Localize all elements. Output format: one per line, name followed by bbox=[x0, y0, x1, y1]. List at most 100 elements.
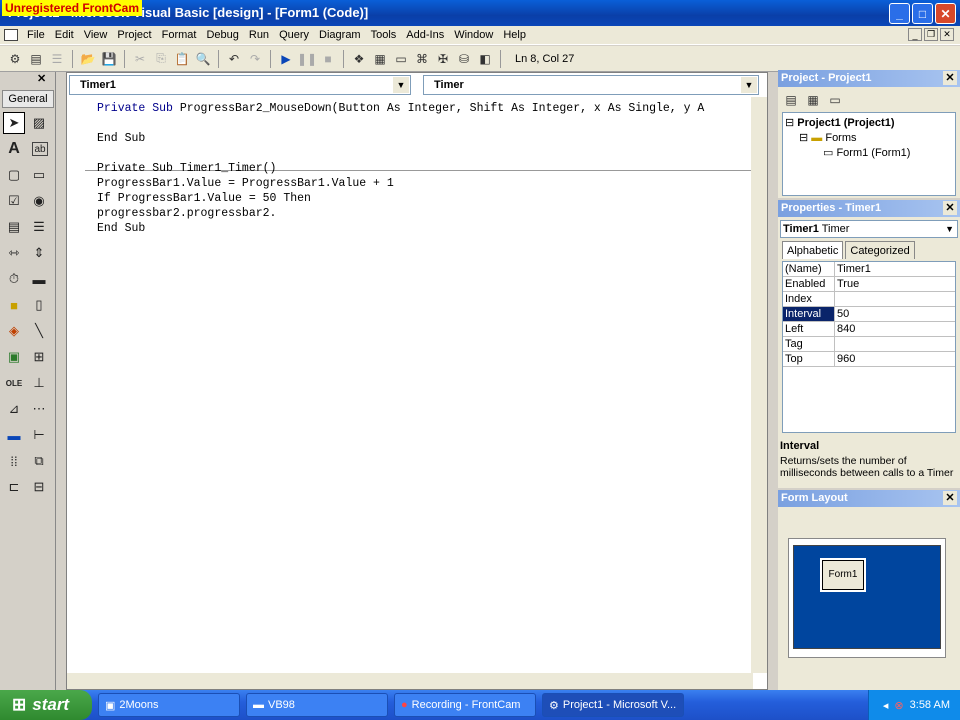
chevron-down-icon[interactable]: ▼ bbox=[741, 77, 757, 93]
menu-tools[interactable]: Tools bbox=[366, 29, 402, 41]
menu-query[interactable]: Query bbox=[274, 29, 314, 41]
component-manager-icon[interactable]: ◧ bbox=[476, 50, 494, 68]
tab-categorized[interactable]: Categorized bbox=[845, 241, 915, 259]
object-selector[interactable]: Timer1 Timer ▼ bbox=[780, 220, 958, 238]
menu-run[interactable]: Run bbox=[244, 29, 274, 41]
properties-window-icon[interactable]: ▦ bbox=[371, 50, 389, 68]
frame-tool-icon[interactable]: ▢ bbox=[3, 164, 25, 186]
start-icon[interactable]: ▶ bbox=[277, 50, 295, 68]
undo-icon[interactable]: ↶ bbox=[225, 50, 243, 68]
tree-node-form1[interactable]: ▭ Form1 (Form1) bbox=[823, 146, 910, 159]
tabstrip-tool-icon[interactable]: ⊏ bbox=[3, 476, 25, 498]
close-icon[interactable]: ✕ bbox=[943, 491, 957, 505]
hscrollbar-tool-icon[interactable]: ⇿ bbox=[3, 242, 25, 264]
form-preview[interactable]: Form1 bbox=[822, 560, 864, 590]
treeview-tool-icon[interactable]: ⊢ bbox=[28, 424, 50, 446]
menu-format[interactable]: Format bbox=[157, 29, 202, 41]
listbox-tool-icon[interactable]: ☰ bbox=[28, 216, 50, 238]
tree-node-project[interactable]: ⊟ Project1 (Project1) bbox=[785, 116, 894, 129]
horizontal-scrollbar[interactable] bbox=[67, 673, 753, 689]
statusbar-tool-icon[interactable]: ⋯ bbox=[28, 398, 50, 420]
copy-icon[interactable]: ⎘ bbox=[152, 50, 170, 68]
toolbar-tool-icon[interactable]: ⊟ bbox=[28, 476, 50, 498]
add-form-icon[interactable]: ▤ bbox=[27, 50, 45, 68]
image-tool-icon[interactable]: ▣ bbox=[3, 346, 25, 368]
tab-alphabetic[interactable]: Alphabetic bbox=[782, 241, 844, 259]
updown-tool-icon[interactable]: ⊥ bbox=[28, 372, 50, 394]
property-row[interactable]: Left 840 bbox=[783, 322, 955, 337]
menu-edit[interactable]: Edit bbox=[50, 29, 79, 41]
toolbox-tab-general[interactable]: General bbox=[2, 90, 54, 108]
shape-tool-icon[interactable]: ◈ bbox=[3, 320, 25, 342]
toggle-folders-icon[interactable]: ▭ bbox=[826, 91, 844, 109]
task-vb98[interactable]: ▬ VB98 bbox=[246, 693, 388, 717]
imagelist-tool-icon[interactable]: ⧉ bbox=[28, 450, 50, 472]
timer-tool-icon[interactable]: ⏱ bbox=[3, 268, 25, 290]
drivelistbox-tool-icon[interactable]: ▬ bbox=[28, 268, 50, 290]
pointer-tool-icon[interactable]: ➤ bbox=[3, 112, 25, 134]
add-project-icon[interactable]: ⚙ bbox=[6, 50, 24, 68]
menu-add-ins[interactable]: Add-Ins bbox=[401, 29, 449, 41]
property-row[interactable]: (Name) Timer1 bbox=[783, 262, 955, 277]
vscrollbar-tool-icon[interactable]: ⇕ bbox=[28, 242, 50, 264]
end-icon[interactable]: ■ bbox=[319, 50, 337, 68]
maximize-button[interactable]: □ bbox=[912, 3, 933, 24]
redo-icon[interactable]: ↷ bbox=[246, 50, 264, 68]
line-tool-icon[interactable]: ╲ bbox=[28, 320, 50, 342]
commandbutton-tool-icon[interactable]: ▭ bbox=[28, 164, 50, 186]
data-tool-icon[interactable]: ⊞ bbox=[28, 346, 50, 368]
property-row[interactable]: Tag bbox=[783, 337, 955, 352]
ole-tool-icon[interactable]: OLE bbox=[3, 372, 25, 394]
object-browser-icon[interactable]: ⌘ bbox=[413, 50, 431, 68]
security-icon[interactable]: ⊗ bbox=[894, 699, 903, 712]
optionbutton-tool-icon[interactable]: ◉ bbox=[28, 190, 50, 212]
start-button[interactable]: ⊞ start bbox=[0, 690, 92, 720]
minimize-button[interactable]: _ bbox=[889, 3, 910, 24]
textbox-tool-icon[interactable]: ab bbox=[32, 142, 48, 156]
menu-window[interactable]: Window bbox=[449, 29, 498, 41]
document-icon[interactable] bbox=[4, 29, 18, 41]
task-recording[interactable]: ● Recording - FrontCam bbox=[394, 693, 536, 717]
picturebox-tool-icon[interactable]: ▨ bbox=[28, 112, 50, 134]
checkbox-tool-icon[interactable]: ☑ bbox=[3, 190, 25, 212]
chevron-down-icon[interactable]: ▼ bbox=[393, 77, 409, 93]
slider-tool-icon[interactable]: ⊿ bbox=[3, 398, 25, 420]
network-icon[interactable]: ◂ bbox=[883, 699, 889, 712]
open-project-icon[interactable]: 📂 bbox=[79, 50, 97, 68]
menu-diagram[interactable]: Diagram bbox=[314, 29, 366, 41]
filelistbox-tool-icon[interactable]: ▯ bbox=[28, 294, 50, 316]
listview-tool-icon[interactable]: ⁞⁞ bbox=[3, 450, 25, 472]
task-2moons[interactable]: ▣ 2Moons bbox=[98, 693, 240, 717]
form-layout-icon[interactable]: ▭ bbox=[392, 50, 410, 68]
property-row[interactable]: Index bbox=[783, 292, 955, 307]
view-object-icon[interactable]: ▦ bbox=[804, 91, 822, 109]
procedure-combo[interactable]: Timer ▼ bbox=[423, 75, 759, 95]
view-code-icon[interactable]: ▤ bbox=[782, 91, 800, 109]
break-icon[interactable]: ❚❚ bbox=[297, 50, 317, 68]
mdi-close-button[interactable]: ✕ bbox=[940, 28, 954, 41]
menu-debug[interactable]: Debug bbox=[201, 29, 243, 41]
mdi-restore-button[interactable]: ❐ bbox=[924, 28, 938, 41]
menu-help[interactable]: Help bbox=[498, 29, 531, 41]
combobox-tool-icon[interactable]: ▤ bbox=[3, 216, 25, 238]
close-button[interactable]: ✕ bbox=[935, 3, 956, 24]
data-view-icon[interactable]: ⛁ bbox=[455, 50, 473, 68]
paste-icon[interactable]: 📋 bbox=[173, 50, 191, 68]
menu-file[interactable]: File bbox=[22, 29, 50, 41]
tree-node-forms[interactable]: ⊟ ▬ Forms bbox=[799, 131, 857, 144]
save-project-icon[interactable]: 💾 bbox=[100, 50, 118, 68]
menu-view[interactable]: View bbox=[79, 29, 113, 41]
property-row-selected[interactable]: Interval 50 bbox=[783, 307, 955, 322]
task-project1[interactable]: ⚙ Project1 - Microsoft V... bbox=[542, 693, 684, 717]
project-explorer-icon[interactable]: ❖ bbox=[350, 50, 368, 68]
code-editor[interactable]: Private Sub ProgressBar2_MouseDown(Butto… bbox=[67, 97, 753, 675]
clock[interactable]: 3:58 AM bbox=[910, 699, 950, 711]
property-row[interactable]: Top 960 bbox=[783, 352, 955, 367]
menu-project[interactable]: Project bbox=[112, 29, 156, 41]
close-icon[interactable]: ✕ bbox=[943, 71, 957, 85]
title-bar[interactable]: Project1 - Microsoft Visual Basic [desig… bbox=[0, 0, 960, 26]
label-tool-icon[interactable]: A bbox=[3, 138, 25, 160]
menu-editor-icon[interactable]: ☰ bbox=[48, 50, 66, 68]
dirlistbox-tool-icon[interactable]: ■ bbox=[3, 294, 25, 316]
property-row[interactable]: Enabled True bbox=[783, 277, 955, 292]
